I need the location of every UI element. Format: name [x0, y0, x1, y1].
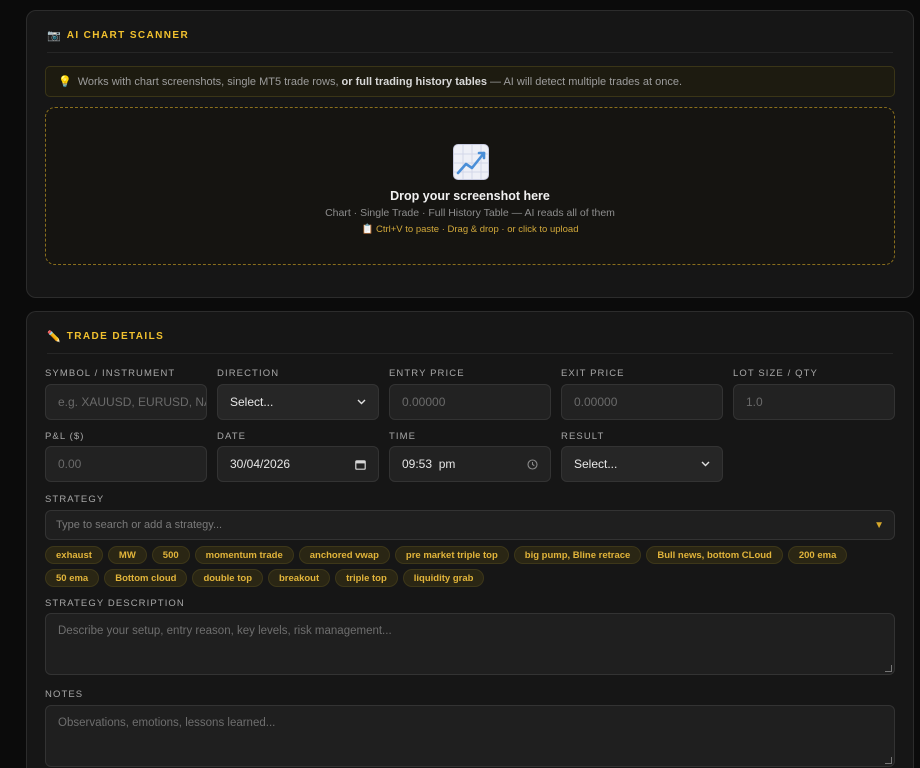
exit-price-label: EXIT PRICE	[561, 368, 625, 379]
screenshot-drop-zone[interactable]: Drop your screenshot here Chart · Single…	[45, 107, 895, 265]
strategy-tag[interactable]: 200 ema	[787, 546, 848, 564]
drop-zone-title: Drop your screenshot here	[390, 189, 550, 203]
result-select[interactable]: Select...	[561, 446, 723, 482]
exit-price-input[interactable]: 0.00000	[561, 384, 723, 420]
ai-chart-scanner-panel: 📷 AI CHART SCANNER 💡 Works with chart sc…	[26, 10, 914, 298]
time-value: 09:53 pm	[402, 457, 456, 471]
strategy-description-label: STRATEGY DESCRIPTION	[45, 598, 185, 609]
strategy-tag[interactable]: triple top	[335, 569, 398, 587]
exit-price-placeholder: 0.00000	[574, 395, 618, 409]
clipboard-icon: 📋	[361, 224, 374, 235]
direction-select[interactable]: Select...	[217, 384, 379, 420]
resize-handle-icon[interactable]	[885, 665, 892, 672]
entry-price-placeholder: 0.00000	[402, 395, 446, 409]
scanner-title: AI CHART SCANNER	[66, 30, 190, 41]
lot-size-placeholder: 1.0	[746, 395, 763, 409]
pnl-input[interactable]: 0.00	[45, 446, 207, 482]
calendar-icon[interactable]	[355, 459, 366, 470]
symbol-placeholder: e.g. XAUUSD, EURUSD, NAS100	[58, 395, 206, 409]
resize-handle-icon[interactable]	[885, 757, 892, 764]
lot-size-label: LOT SIZE / QTY	[733, 368, 818, 379]
entry-price-input[interactable]: 0.00000	[389, 384, 551, 420]
direction-label: DIRECTION	[217, 368, 280, 379]
strategy-tag[interactable]: momentum trade	[194, 546, 294, 564]
date-value: 30/04/2026	[230, 457, 291, 471]
trade-details-panel: ✏️ TRADE DETAILS SYMBOL / INSTRUMENT e.g…	[26, 311, 914, 768]
strategy-tag[interactable]: exhaust	[45, 546, 103, 564]
drop-zone-hint: 📋 Ctrl+V to paste · Drag & drop · or cli…	[46, 224, 894, 235]
drop-zone-hint-text: Ctrl+V to paste · Drag & drop · or click…	[375, 224, 579, 235]
entry-price-label: ENTRY PRICE	[389, 368, 465, 379]
strategy-tag[interactable]: liquidity grab	[402, 569, 485, 587]
strategy-tag[interactable]: pre market triple top	[394, 546, 509, 564]
strategy-tag[interactable]: Bull news, bottom CLoud	[646, 546, 783, 564]
scanner-tip-banner: 💡 Works with chart screenshots, single M…	[45, 66, 895, 97]
time-label: TIME	[389, 431, 417, 442]
result-value: Select...	[574, 457, 618, 471]
strategy-tag[interactable]: breakout	[268, 569, 331, 587]
tip-text-prefix: Works with chart screenshots, single MT5…	[77, 75, 339, 88]
strategy-tag[interactable]: 500	[151, 546, 190, 564]
date-input[interactable]: 30/04/2026	[217, 446, 379, 482]
notes-placeholder: Observations, emotions, lessons learned.…	[58, 717, 276, 729]
chevron-down-icon	[701, 461, 710, 467]
caret-down-icon[interactable]: ▼	[874, 520, 884, 531]
tip-text-bold: or full trading history tables	[341, 75, 488, 88]
pnl-label: P&L ($)	[45, 431, 85, 442]
details-title: TRADE DETAILS	[66, 331, 165, 342]
strategy-tag[interactable]: double top	[192, 569, 263, 587]
chevron-down-icon	[357, 399, 366, 405]
chart-increasing-icon	[453, 144, 489, 180]
strategy-description-placeholder: Describe your setup, entry reason, key l…	[58, 625, 392, 637]
tip-text-suffix: — AI will detect multiple trades at once…	[490, 75, 682, 88]
strategy-label: STRATEGY	[45, 494, 105, 505]
symbol-label: SYMBOL / INSTRUMENT	[45, 368, 176, 379]
strategy-search-input[interactable]: Type to search or add a strategy... ▼	[45, 510, 895, 540]
pnl-placeholder: 0.00	[58, 457, 82, 471]
drop-zone-subtitle: Chart · Single Trade · Full History Tabl…	[325, 207, 615, 219]
lot-size-input[interactable]: 1.0	[733, 384, 895, 420]
pencil-icon: ✏️	[47, 331, 61, 343]
notes-textarea[interactable]: Observations, emotions, lessons learned.…	[45, 705, 895, 767]
strategy-tag[interactable]: Bottom cloud	[104, 569, 188, 587]
strategy-description-textarea[interactable]: Describe your setup, entry reason, key l…	[45, 613, 895, 675]
strategy-tag[interactable]: 50 ema	[45, 569, 100, 587]
result-label: RESULT	[561, 431, 605, 442]
time-input[interactable]: 09:53 pm	[389, 446, 551, 482]
direction-value: Select...	[230, 395, 274, 409]
strategy-placeholder: Type to search or add a strategy...	[56, 519, 223, 531]
lightbulb-icon: 💡	[58, 76, 72, 88]
notes-label: NOTES	[45, 689, 84, 700]
scanner-header: 📷 AI CHART SCANNER	[47, 29, 893, 53]
date-label: DATE	[217, 431, 247, 442]
camera-icon: 📷	[47, 30, 61, 42]
strategy-tags: exhaust MW 500 momentum trade anchored v…	[45, 546, 895, 587]
strategy-tag[interactable]: MW	[107, 546, 147, 564]
strategy-tag[interactable]: big pump, Bline retrace	[513, 546, 642, 564]
clock-icon[interactable]	[527, 458, 538, 470]
details-header: ✏️ TRADE DETAILS	[47, 330, 893, 354]
strategy-tag[interactable]: anchored vwap	[298, 546, 390, 564]
symbol-input[interactable]: e.g. XAUUSD, EURUSD, NAS100	[45, 384, 207, 420]
